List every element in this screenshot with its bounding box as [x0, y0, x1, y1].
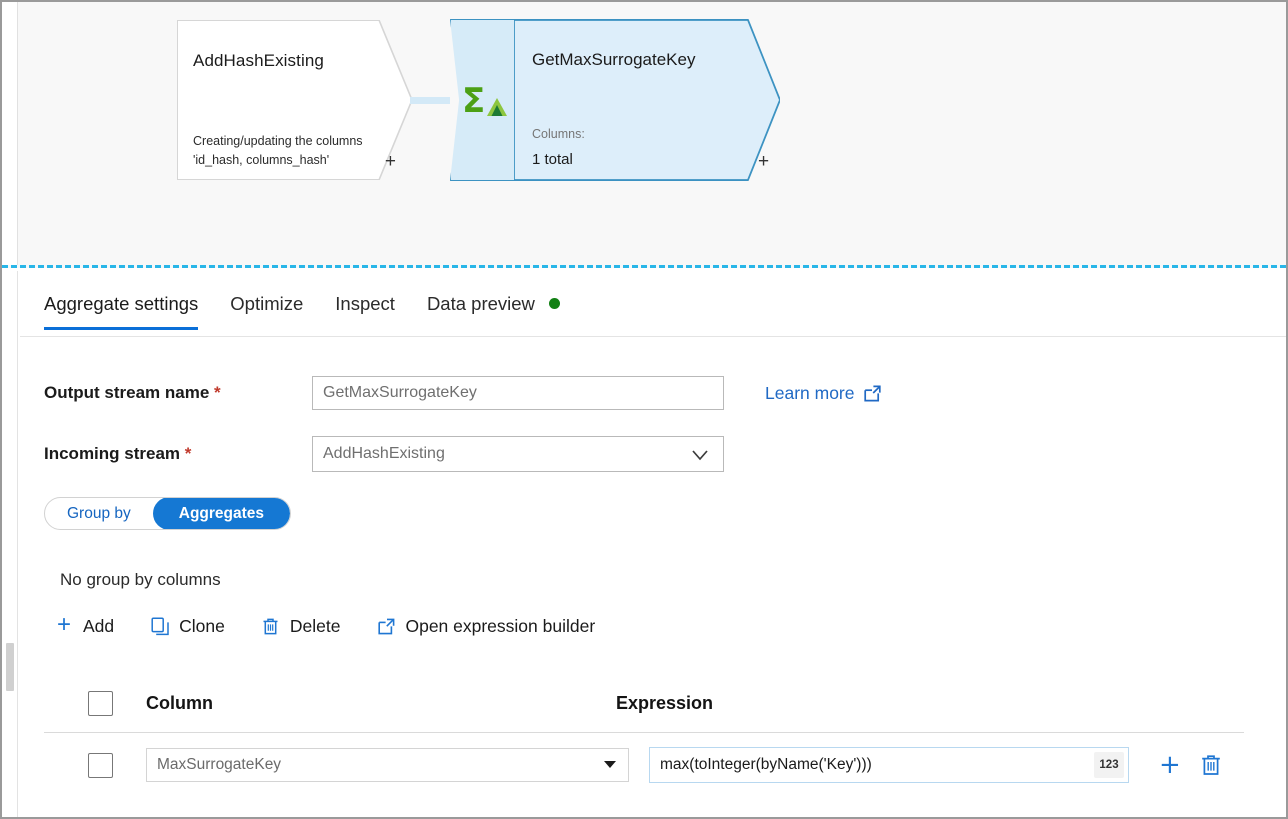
- aggregate-sigma-icon: Σ: [462, 82, 506, 122]
- node-title: AddHashExisting: [193, 51, 324, 71]
- dataflow-canvas[interactable]: AddHashExisting Creating/updating the co…: [2, 2, 1286, 268]
- row-column-select[interactable]: MaxSurrogateKey: [146, 748, 629, 782]
- required-marker: *: [214, 383, 221, 402]
- row-checkbox[interactable]: [88, 753, 113, 778]
- select-all-checkbox[interactable]: [88, 691, 113, 716]
- open-expression-builder-label: Open expression builder: [405, 616, 595, 637]
- dataflow-node-getmaxsurrogatekey[interactable]: Σ GetMaxSurrogateKey Columns: 1 total +: [450, 19, 780, 181]
- output-stream-name-label: Output stream name *: [44, 383, 312, 403]
- incoming-stream-select[interactable]: AddHashExisting: [312, 436, 724, 472]
- settings-panel: Aggregate settings Optimize Inspect Data…: [2, 271, 1286, 817]
- add-button-label: Add: [83, 616, 114, 637]
- data-preview-status-dot: [549, 298, 560, 309]
- tab-label: Optimize: [230, 293, 303, 314]
- column-header-expression: Expression: [616, 693, 713, 714]
- row-expression-value: max(toInteger(byName('Key'))): [660, 756, 872, 774]
- node-subtitle: Creating/updating the columns 'id_hash, …: [193, 132, 408, 170]
- toggle-option-aggregates[interactable]: Aggregates: [153, 497, 290, 530]
- trash-icon: [1199, 753, 1223, 777]
- node-columns-value: 1 total: [532, 151, 573, 168]
- chevron-down-icon: [689, 444, 711, 471]
- label-text: Incoming stream: [44, 444, 180, 463]
- aggregate-transformation-screen: AddHashExisting Creating/updating the co…: [0, 0, 1288, 819]
- row-add-button[interactable]: +: [1159, 752, 1181, 778]
- delete-button-label: Delete: [290, 616, 341, 637]
- tab-label: Inspect: [335, 293, 395, 314]
- incoming-stream-row: Incoming stream * AddHashExisting: [44, 437, 724, 471]
- delete-button[interactable]: Delete: [261, 616, 341, 637]
- tab-optimize[interactable]: Optimize: [230, 293, 303, 329]
- clone-button-label: Clone: [179, 616, 225, 637]
- expression-type-badge: 123: [1094, 752, 1124, 778]
- node-title: GetMaxSurrogateKey: [532, 50, 695, 70]
- aggregates-table-header: Column Expression: [44, 675, 1244, 733]
- node-columns-label: Columns:: [532, 127, 585, 141]
- learn-more-link[interactable]: Learn more: [765, 376, 882, 410]
- output-stream-name-row: Output stream name *: [44, 376, 724, 410]
- plus-icon: +: [54, 613, 74, 637]
- tab-label: Aggregate settings: [44, 293, 198, 314]
- panel-scrollbar-thumb[interactable]: [6, 643, 14, 691]
- external-link-icon: [376, 617, 396, 636]
- label-text: Output stream name: [44, 383, 209, 402]
- node-add-button[interactable]: +: [385, 152, 396, 171]
- row-delete-button[interactable]: [1199, 753, 1223, 777]
- copy-icon: [150, 617, 170, 636]
- incoming-stream-label: Incoming stream *: [44, 444, 312, 464]
- tab-label: Data preview: [427, 293, 535, 314]
- canvas-left-rail: [2, 2, 18, 268]
- tab-aggregate-settings[interactable]: Aggregate settings: [44, 293, 198, 329]
- group-by-note: No group by columns: [60, 570, 221, 590]
- groupby-aggregates-toggle: Group by Aggregates: [44, 497, 291, 530]
- add-button[interactable]: + Add: [54, 615, 114, 637]
- caret-down-icon: [604, 761, 616, 768]
- clone-button[interactable]: Clone: [150, 616, 225, 637]
- learn-more-label: Learn more: [765, 383, 855, 404]
- column-header-column: Column: [146, 693, 616, 714]
- tab-data-preview[interactable]: Data preview: [427, 293, 560, 329]
- aggregates-toolbar: + Add Clone: [54, 611, 631, 641]
- required-marker: *: [185, 444, 192, 463]
- dataflow-node-addhashexisting[interactable]: AddHashExisting Creating/updating the co…: [177, 20, 412, 180]
- incoming-stream-value: AddHashExisting: [323, 445, 445, 463]
- open-expression-builder-button[interactable]: Open expression builder: [376, 616, 595, 637]
- external-link-icon: [863, 384, 882, 403]
- row-column-value: MaxSurrogateKey: [157, 756, 281, 774]
- tab-inspect[interactable]: Inspect: [335, 293, 395, 329]
- row-expression-input[interactable]: max(toInteger(byName('Key'))) 123: [649, 747, 1129, 783]
- panel-tabs: Aggregate settings Optimize Inspect Data…: [20, 293, 1286, 337]
- output-stream-name-input[interactable]: [312, 376, 724, 410]
- node-add-button[interactable]: +: [758, 152, 769, 171]
- table-row: MaxSurrogateKey max(toInteger(byName('Ke…: [44, 735, 1244, 795]
- trash-icon: [261, 617, 281, 636]
- toggle-option-group-by[interactable]: Group by: [45, 497, 153, 530]
- node-connector: [410, 97, 450, 104]
- panel-left-rail: [2, 271, 18, 817]
